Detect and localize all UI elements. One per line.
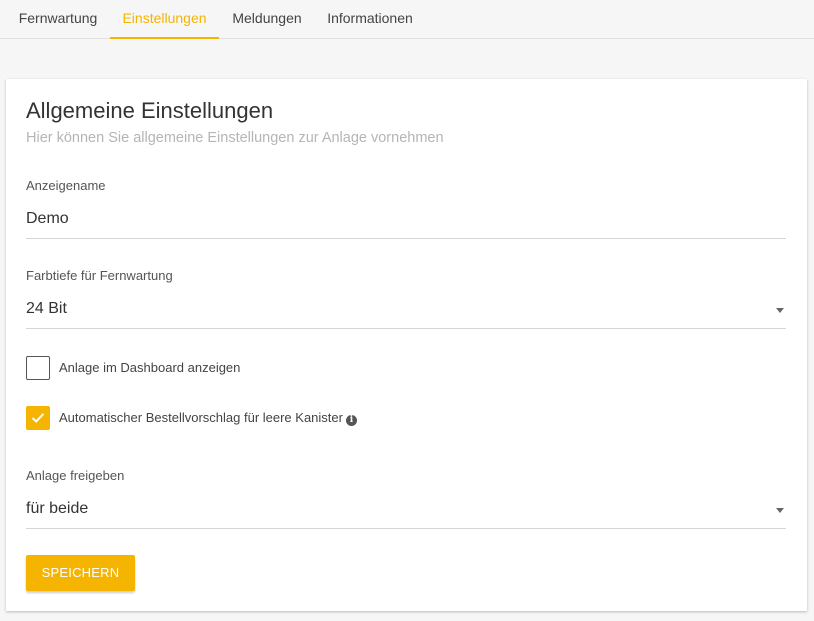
- tab-einstellungen[interactable]: Einstellungen: [110, 0, 219, 39]
- color-depth-value: 24 Bit: [26, 300, 67, 317]
- dropdown-arrow-icon: [776, 508, 784, 513]
- page-subtitle: Hier können Sie allgemeine Einstellungen…: [26, 130, 444, 146]
- color-depth-label: Farbtiefe für Fernwartung: [26, 268, 173, 283]
- display-name-input[interactable]: [26, 201, 786, 237]
- share-label: Anlage freigeben: [26, 468, 125, 483]
- color-depth-select[interactable]: 24 Bit: [26, 291, 786, 329]
- auto-order-label: Automatischer Bestellvorschlag für leere…: [59, 410, 357, 426]
- dropdown-arrow-icon: [776, 308, 784, 313]
- info-circle-icon[interactable]: i: [345, 415, 357, 426]
- checkmark-icon: [31, 413, 45, 423]
- tab-fernwartung[interactable]: Fernwartung: [6, 0, 110, 39]
- share-select[interactable]: für beide: [26, 491, 786, 529]
- tab-bar: Fernwartung Einstellungen Meldungen Info…: [0, 0, 814, 39]
- show-in-dashboard-checkbox[interactable]: [26, 356, 50, 380]
- display-name-field: [26, 201, 786, 239]
- share-value: für beide: [26, 500, 89, 517]
- show-in-dashboard-label: Anlage im Dashboard anzeigen: [59, 360, 241, 375]
- page-title: Allgemeine Einstellungen: [26, 98, 274, 123]
- save-button[interactable]: SPEICHERN: [26, 555, 135, 591]
- tab-meldungen[interactable]: Meldungen: [219, 0, 315, 39]
- auto-order-checkbox[interactable]: [26, 406, 50, 430]
- tab-informationen[interactable]: Informationen: [315, 0, 425, 39]
- settings-card: Allgemeine Einstellungen Hier können Sie…: [6, 79, 807, 611]
- display-name-label: Anzeigename: [26, 178, 106, 193]
